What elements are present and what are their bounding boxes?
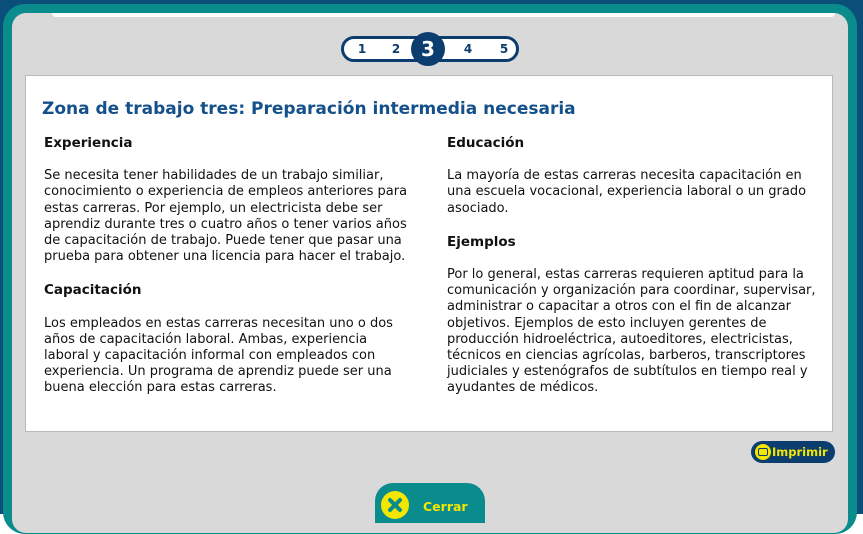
page-title: Zona de trabajo tres: Preparación interm… [42, 99, 576, 119]
window-frame: 1 2 4 5 3 Zona de trabajo tres: Preparac… [0, 0, 863, 534]
print-label: Imprimir [772, 445, 828, 459]
close-label: Cerrar [423, 499, 468, 514]
page-1-button[interactable]: 1 [347, 39, 377, 59]
capacitacion-text: Los empleados en estas carreras necesita… [44, 315, 393, 396]
printer-icon [755, 444, 771, 460]
page-5-button[interactable]: 5 [489, 39, 519, 59]
experiencia-text: Se necesita tener habilidades de un trab… [44, 168, 408, 265]
educacion-text: La mayoría de estas carreras necesita ca… [447, 168, 807, 216]
page-4-button[interactable]: 4 [453, 39, 483, 59]
print-button[interactable]: Imprimir [751, 441, 835, 463]
close-button[interactable]: Cerrar [375, 483, 485, 523]
close-x-icon [381, 491, 409, 519]
page-2-button[interactable]: 2 [381, 39, 411, 59]
ejemplos-text: Por lo general, estas carreras requieren… [447, 267, 816, 396]
experiencia-heading: Experiencia [44, 135, 133, 151]
page-3-current[interactable]: 3 [411, 32, 445, 66]
right-column: Educación La mayoría de estas carreras n… [447, 135, 819, 414]
left-column: Experiencia Se necesita tener habilidade… [44, 135, 414, 414]
capacitacion-heading: Capacitación [44, 282, 142, 299]
ejemplos-heading: Ejemplos [447, 233, 516, 250]
educacion-heading: Educación [447, 135, 525, 151]
content-card: Zona de trabajo tres: Preparación interm… [25, 75, 833, 432]
top-edge [52, 13, 835, 17]
